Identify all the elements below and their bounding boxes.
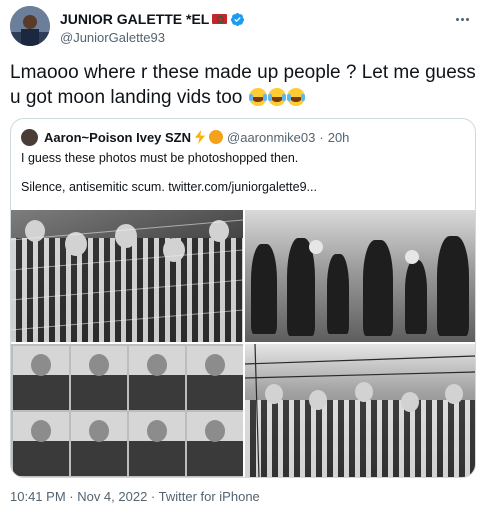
tweet-timestamp[interactable]: 10:41 PM · Nov 4, 2022 · Twitter for iPh… [10,489,260,504]
smiling-devil-emoji-icon [209,130,224,144]
quote-text-line1: I guess these photos must be photoshoppe… [21,151,299,165]
laughing-tears-emoji-icon [267,88,286,106]
photo-grid [11,210,475,477]
author-avatar[interactable] [10,6,50,46]
quote-header: Aaron~Poison Ivey SZN @aaronmike03 · 20h [21,128,349,146]
author-name[interactable]: JUNIOR GALETTE *EL [60,11,209,27]
quote-author-handle: @aaronmike03 [227,129,316,145]
tweet-text: Lmaooo where r these made up people ? Le… [10,60,476,110]
high-voltage-emoji-icon [195,130,206,144]
photo-prisoner-id-portraits[interactable] [11,344,243,477]
laughing-tears-emoji-icon [286,88,305,106]
quote-author-name: Aaron~Poison Ivey SZN [44,129,192,145]
laughing-tears-emoji-icon [248,88,267,106]
quote-author-avatar [21,128,38,146]
quote-text-line2: Silence, antisemitic scum. twitter.com/j… [21,180,317,194]
quote-time: 20h [327,129,350,145]
author-handle[interactable]: @JuniorGalette93 [60,30,245,45]
photo-children-barbed-wire[interactable] [245,344,475,477]
tweet-body: Lmaooo where r these made up people ? Le… [10,62,476,108]
verified-badge-icon [231,12,245,26]
photo-children-behind-fence[interactable] [11,210,243,342]
tweet-header: JUNIOR GALETTE *EL @JuniorGalette93 [10,6,476,46]
quote-separator: · [319,129,324,145]
more-options-icon[interactable] [452,12,472,26]
photo-deportation-crowd[interactable] [245,210,475,342]
quoted-tweet[interactable]: Aaron~Poison Ivey SZN @aaronmike03 · 20h… [10,118,476,478]
morocco-flag-icon [212,14,228,24]
